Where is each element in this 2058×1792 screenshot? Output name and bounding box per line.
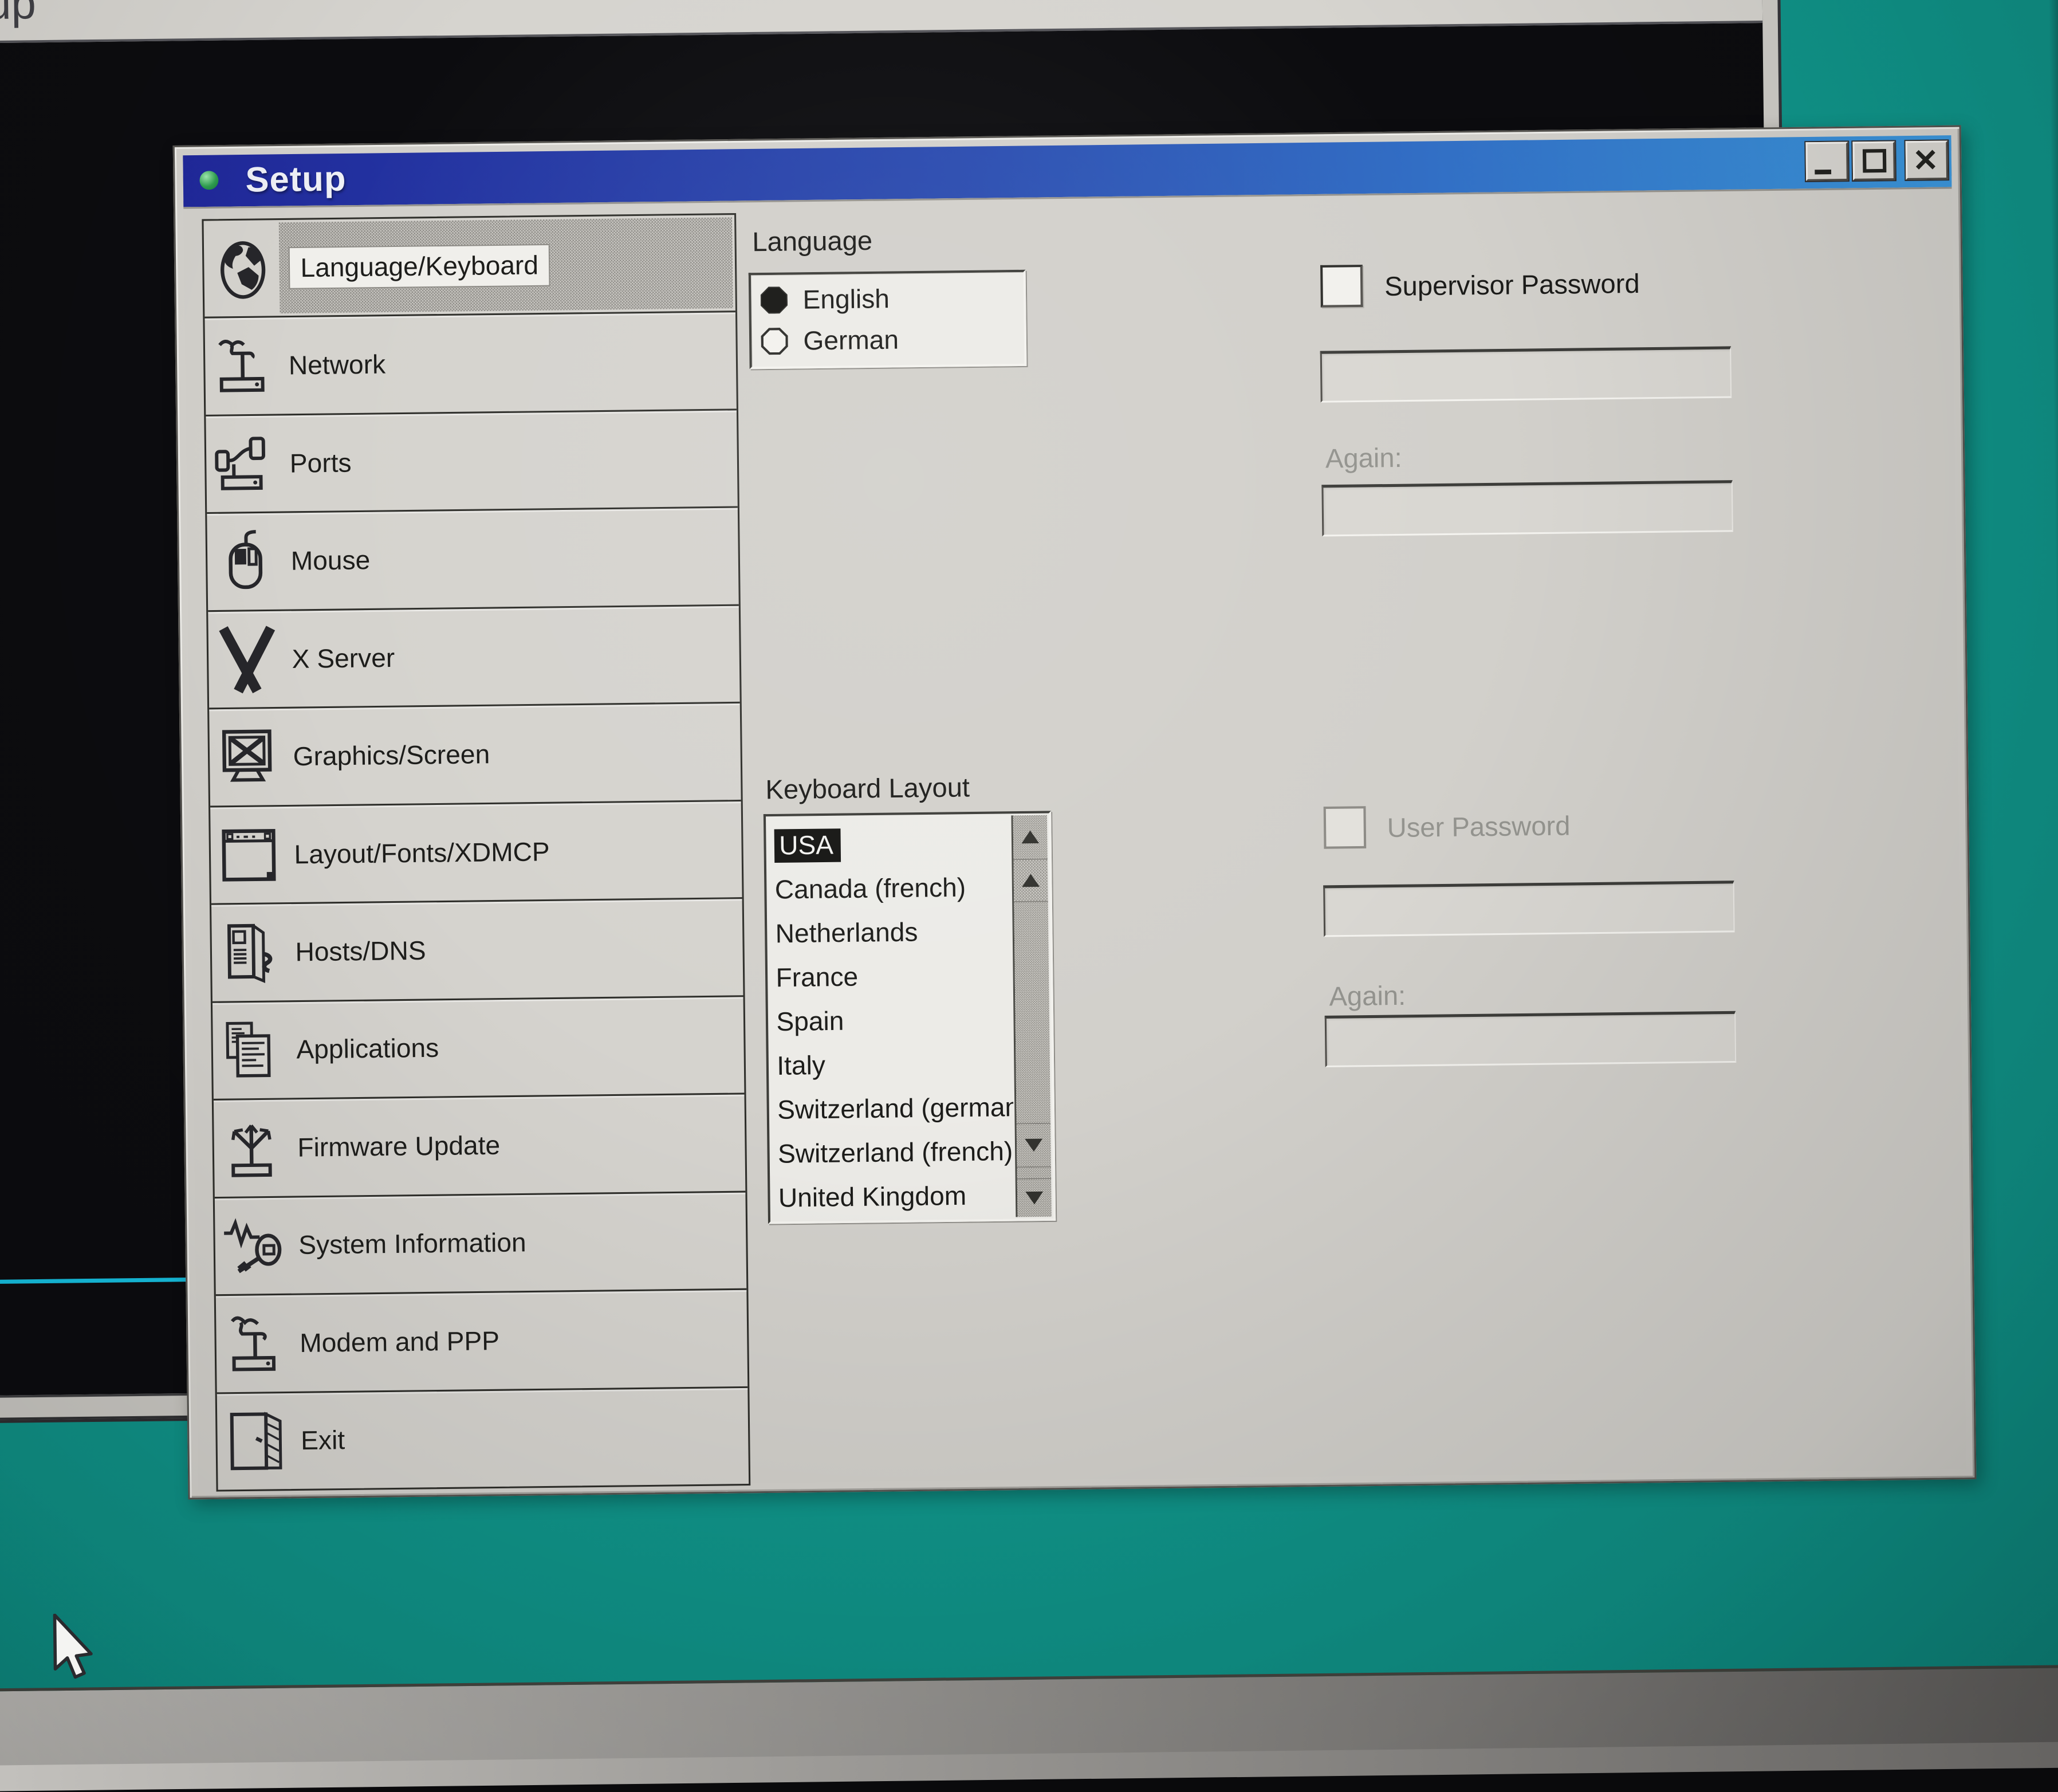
- arrow-down-icon: [1025, 1139, 1042, 1152]
- sidebar-item-layout-fonts-xdmcp[interactable]: Layout/Fonts/XDMCP: [210, 800, 742, 903]
- user-password-label: User Password: [1387, 809, 1570, 843]
- keyboard-list: USACanada (french)NetherlandsFranceSpain…: [766, 821, 1014, 1220]
- sidebar-item-label: Firmware Update: [297, 1130, 500, 1163]
- sidebar-item-label: Ports: [290, 447, 352, 479]
- sidebar-item-label: Applications: [296, 1033, 439, 1065]
- keyboard-item-france[interactable]: France: [776, 953, 1012, 1000]
- minimize-button[interactable]: [1805, 142, 1848, 180]
- monitor-icon: [213, 712, 284, 802]
- globe-icon: [207, 223, 279, 313]
- radio-inner: [762, 288, 787, 313]
- sidebar: Language/Keyboard Network Ports Mouse X Serv…: [202, 213, 750, 1492]
- scrollbar-track-end[interactable]: [1017, 1166, 1051, 1178]
- sidebar-item-label: X Server: [292, 643, 395, 674]
- background-window-title: tup: [0, 0, 36, 30]
- user-again-label: Again:: [1329, 980, 1406, 1012]
- close-button[interactable]: [1906, 140, 1949, 179]
- user-password-field: [1323, 881, 1734, 937]
- close-icon: [1914, 148, 1938, 175]
- keyboard-item-italy[interactable]: Italy: [777, 1041, 1013, 1088]
- keyboard-item-netherlands[interactable]: Netherlands: [775, 909, 1012, 956]
- arrow-down-icon: [1025, 1192, 1043, 1205]
- sidebar-item-label: Language/Keyboard: [290, 245, 549, 288]
- window-frame-icon: [214, 810, 285, 900]
- sidebar-item-network[interactable]: Network: [204, 311, 736, 415]
- background-window-titlebar: tup: [0, 0, 1762, 44]
- update-arrows-icon: [217, 1103, 289, 1193]
- language-option-label: German: [803, 325, 899, 356]
- language-group-label: Language: [752, 225, 872, 258]
- keyboard-item-switzerland-french[interactable]: Switzerland (french): [778, 1129, 1014, 1176]
- language-option-german[interactable]: German: [751, 318, 1024, 362]
- network-icon: [208, 321, 280, 411]
- maximize-button[interactable]: [1852, 142, 1895, 180]
- sidebar-item-graphics-screen[interactable]: Graphics/Screen: [209, 702, 741, 805]
- language-option-english[interactable]: English: [751, 277, 1024, 321]
- keyboard-item-usa[interactable]: USA: [774, 821, 1010, 868]
- selected-keyboard-item: USA: [774, 828, 841, 863]
- user-password-again-field: [1325, 1011, 1736, 1067]
- xserver-icon: [211, 614, 283, 704]
- scrollbar-track[interactable]: [1014, 901, 1050, 1123]
- keyboard-item-switzerland-german[interactable]: Switzerland (german): [777, 1085, 1014, 1132]
- ports-icon: [210, 419, 281, 509]
- scroll-up-button[interactable]: [1013, 815, 1048, 859]
- sidebar-item-applications[interactable]: Applications: [213, 995, 744, 1099]
- sidebar-item-label: Graphics/Screen: [293, 739, 490, 772]
- modem-icon: [219, 1299, 291, 1389]
- sidebar-item-label: System Information: [298, 1228, 526, 1261]
- photographed-screen: tup Setup Language/Keyboard Network Ports M…: [0, 0, 2058, 1719]
- sidebar-item-label: Mouse: [290, 545, 370, 576]
- arrow-up-icon: [1021, 830, 1039, 843]
- supervisor-password-field[interactable]: [1320, 346, 1732, 402]
- setup-window: Setup Language/Keyboard Network Ports Mouse…: [173, 125, 1977, 1500]
- keyboard-item-canada-french[interactable]: Canada (french): [774, 864, 1011, 911]
- radio-unselected-icon[interactable]: [761, 328, 788, 355]
- maximize-icon: [1863, 149, 1886, 172]
- sidebar-item-label: Exit: [301, 1425, 345, 1456]
- sidebar-item-label: Modem and PPP: [300, 1326, 499, 1358]
- sidebar-item-ports[interactable]: Ports: [206, 408, 737, 512]
- scroll-elevator-up[interactable]: [1013, 859, 1048, 901]
- keyboard-layout-label: Keyboard Layout: [765, 771, 970, 805]
- sidebar-item-label: Layout/Fonts/XDMCP: [294, 836, 550, 870]
- sidebar-item-system-information[interactable]: System Information: [215, 1190, 746, 1294]
- sidebar-item-label: Hosts/DNS: [295, 936, 426, 968]
- sysinfo-key-icon: [218, 1201, 290, 1291]
- scroll-elevator-down[interactable]: [1017, 1123, 1051, 1167]
- sidebar-item-exit[interactable]: Exit: [217, 1386, 749, 1490]
- supervisor-password-checkbox[interactable]: [1320, 265, 1363, 308]
- documents-icon: [216, 1005, 288, 1095]
- window-title: Setup: [245, 158, 347, 200]
- supervisor-password-again-field: [1321, 480, 1733, 536]
- mouse-icon: [211, 517, 282, 607]
- window-controls: [1805, 140, 1948, 180]
- sidebar-item-language-keyboard[interactable]: Language/Keyboard: [204, 215, 735, 317]
- sidebar-item-x-server[interactable]: X Server: [208, 604, 739, 708]
- sidebar-item-label: Network: [289, 349, 386, 381]
- supervisor-password-label: Supervisor Password: [1384, 268, 1640, 302]
- host-computer-icon: [215, 907, 286, 997]
- minimize-icon: [1815, 170, 1831, 175]
- user-password-checkbox[interactable]: [1324, 806, 1367, 849]
- supervisor-again-label: Again:: [1325, 442, 1402, 474]
- sidebar-item-modem-and-ppp[interactable]: Modem and PPP: [216, 1288, 747, 1392]
- scroll-down-button[interactable]: [1017, 1178, 1052, 1217]
- arrow-up-icon: [1022, 874, 1040, 887]
- keyboard-item-spain[interactable]: Spain: [776, 997, 1013, 1044]
- sidebar-item-firmware-update[interactable]: Firmware Update: [214, 1093, 745, 1197]
- radio-selected-icon[interactable]: [761, 286, 788, 314]
- exit-door-icon: [221, 1396, 292, 1486]
- sidebar-item-hosts-dns[interactable]: Hosts/DNS: [211, 897, 743, 1001]
- keyboard-scrollbar[interactable]: [1011, 815, 1051, 1217]
- window-menu-icon[interactable]: [199, 171, 218, 190]
- window-content: Language/Keyboard Network Ports Mouse X Serv…: [183, 187, 1966, 1489]
- keyboard-layout-box: USACanada (french)NetherlandsFranceSpain…: [764, 811, 1056, 1224]
- language-option-label: English: [802, 284, 890, 315]
- language-box: English German: [749, 270, 1027, 370]
- radio-inner: [764, 330, 786, 352]
- sidebar-item-mouse[interactable]: Mouse: [207, 506, 738, 610]
- mouse-cursor: [50, 1613, 96, 1686]
- keyboard-item-united-kingdom[interactable]: United Kingdom: [778, 1173, 1014, 1220]
